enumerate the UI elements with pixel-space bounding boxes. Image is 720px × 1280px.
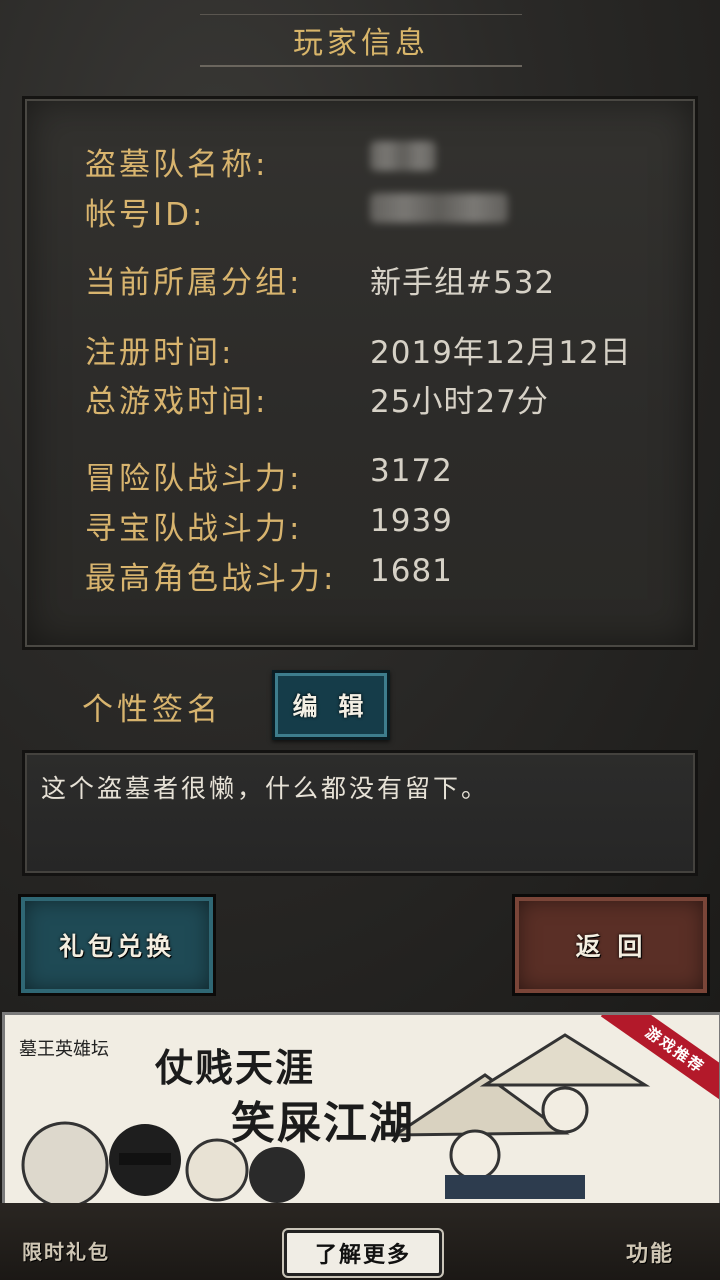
account-id-value-blurred [370,193,508,223]
account-id-label: 帐号ID: [85,197,206,233]
ad-logo: 墓王英雄坛 [19,1039,109,1060]
treasure-power-label: 寻宝队战斗力: [85,511,303,547]
learn-more-button[interactable]: 了解更多 [284,1230,442,1276]
group-label: 当前所属分组: [85,265,303,301]
signature-label: 个性签名 [82,692,222,728]
nav-limited-gift[interactable]: 限时礼包 [22,1236,110,1265]
edit-signature-button[interactable]: 编 辑 [272,670,390,740]
group-value: 新手组#532 [370,265,556,301]
ad-banner[interactable]: 墓王英雄坛 仗贱天涯 笑屎江湖 游戏推荐 [2,1012,720,1206]
team-name-value-blurred [370,141,436,171]
back-button[interactable]: 返 回 [512,894,710,996]
signature-box: 这个盗墓者很懒，什么都没有留下。 [22,750,698,876]
header-bar: 玩家信息 [200,14,522,67]
ad-headline-2: 笑屎江湖 [231,1098,415,1149]
gift-code-button[interactable]: 礼包兑换 [18,894,216,996]
team-name-label: 盗墓队名称: [85,147,269,183]
adventure-power-value: 3172 [370,453,453,489]
playtime-label: 总游戏时间: [85,384,269,420]
nav-functions[interactable]: 功能 [626,1236,674,1268]
top-role-power-value: 1681 [370,553,453,589]
treasure-power-value: 1939 [370,503,453,539]
adventure-power-label: 冒险队战斗力: [85,461,303,497]
page-title: 玩家信息 [293,26,429,61]
player-info-panel: 盗墓队名称: 帐号ID: 当前所属分组: 新手组#532 注册时间: 2019年… [22,96,698,650]
signature-text: 这个盗墓者很懒，什么都没有留下。 [41,774,490,803]
register-label: 注册时间: [85,335,235,371]
ad-headline-1: 仗贱天涯 [155,1045,316,1090]
top-role-power-label: 最高角色战斗力: [85,561,337,597]
register-value: 2019年12月12日 [370,335,632,371]
playtime-value: 25小时27分 [370,384,549,420]
